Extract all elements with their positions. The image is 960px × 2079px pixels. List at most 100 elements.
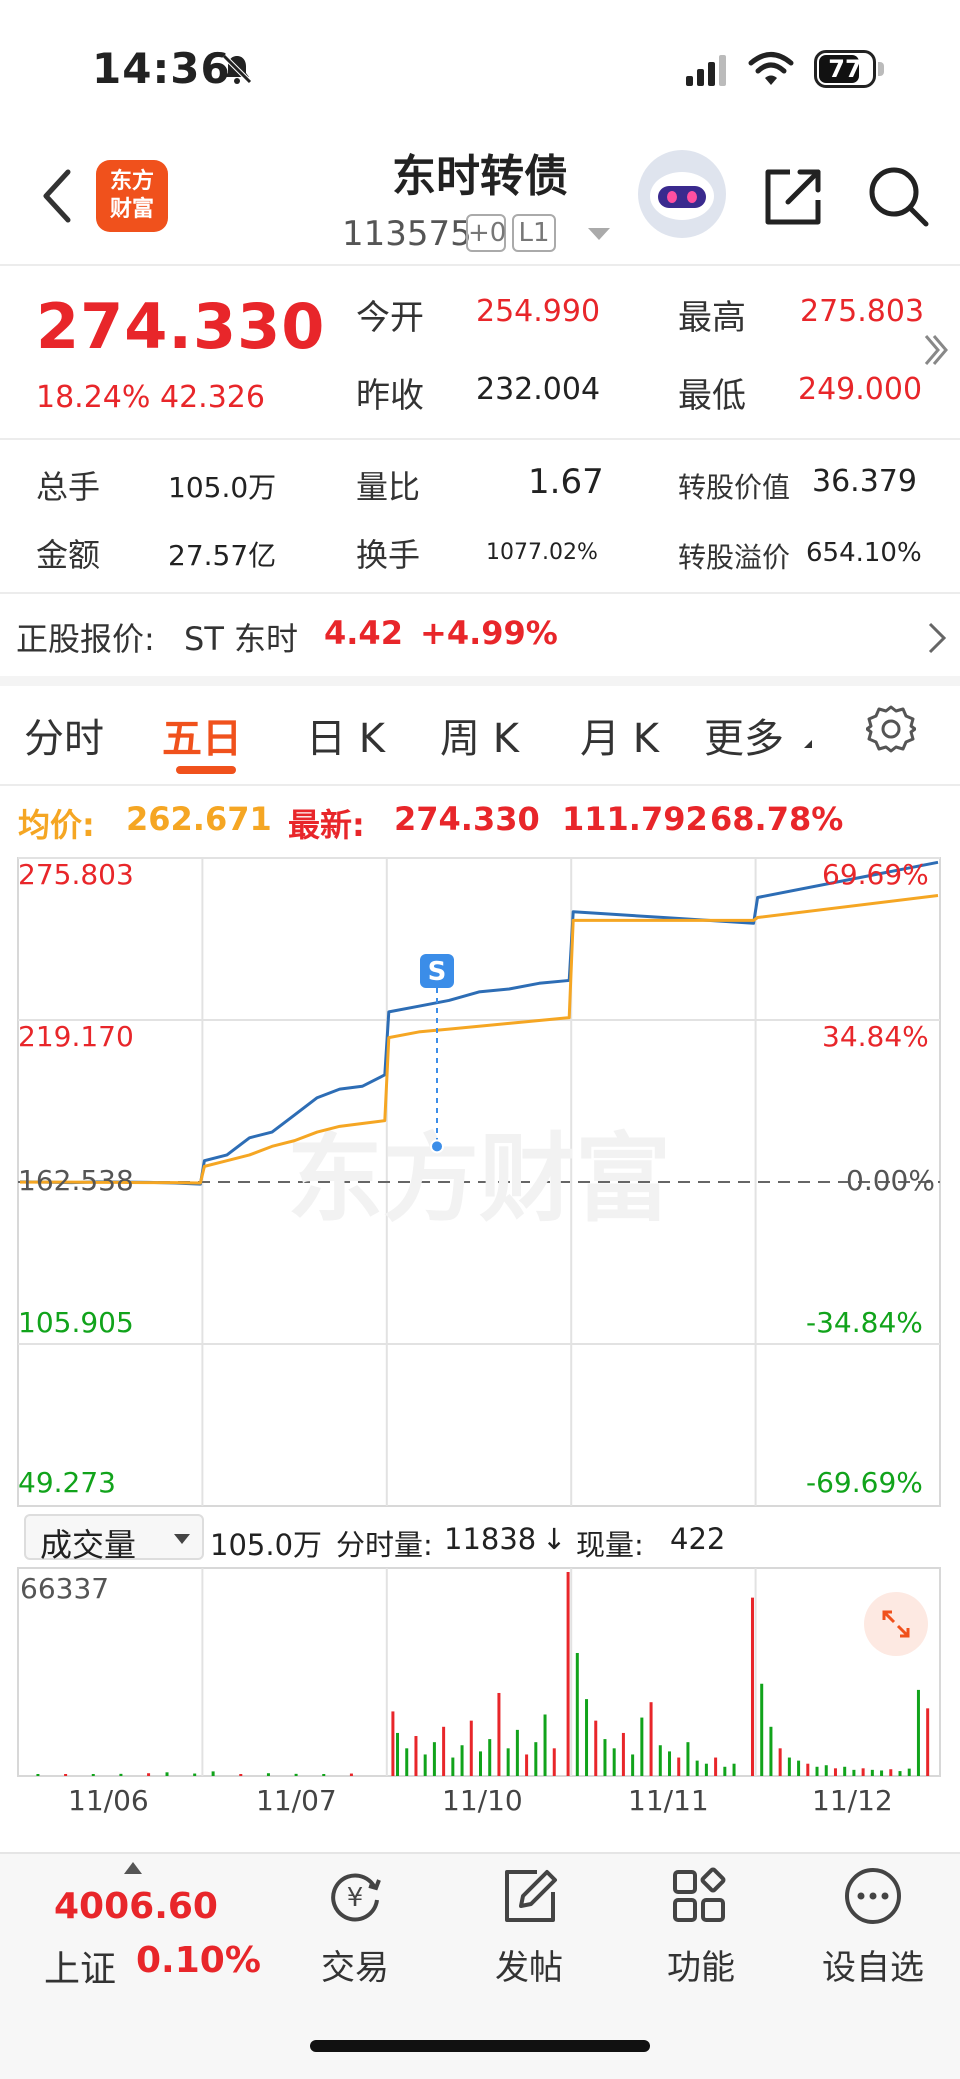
high-value: 275.803 (800, 294, 925, 329)
expand-chart-button[interactable] (864, 1592, 928, 1656)
current-price: 274.330 (36, 290, 326, 363)
volume-bar (806, 1763, 810, 1776)
search-icon[interactable] (866, 164, 930, 228)
volume-bar (612, 1748, 616, 1776)
code-dropdown-arrow[interactable] (588, 228, 610, 240)
index-value[interactable]: 4006.60 (54, 1886, 218, 1927)
volume-bar (575, 1652, 579, 1776)
y-tick-right-2: 34.84% (822, 1020, 929, 1053)
tab-daily-k[interactable]: 日 K (306, 706, 385, 764)
volume-bar (451, 1757, 455, 1776)
open-value: 254.990 (476, 294, 601, 329)
index-name[interactable]: 上证 (44, 1940, 116, 1992)
nav-post-label: 发帖 (495, 1948, 563, 1988)
volume-bar (64, 1774, 68, 1776)
tab-five-day[interactable]: 五日 (162, 706, 242, 764)
index-up-arrow-icon (124, 1862, 142, 1874)
volume-bar (552, 1748, 556, 1776)
change-amount: 42.326 (160, 380, 265, 415)
tab-more[interactable]: 更多 (704, 706, 784, 764)
stock-code: 113575 (342, 214, 472, 254)
volume-frame (17, 1567, 941, 1777)
volume-bar (769, 1726, 773, 1776)
indicator-dropdown-icon (174, 1534, 190, 1544)
stock-name[interactable]: 东时转债 (330, 140, 630, 204)
assistant-robot-icon[interactable] (638, 150, 726, 238)
five-day-price-chart[interactable]: 东方财富 S (0, 850, 960, 1510)
status-time: 14:36 (92, 44, 231, 93)
volume-total: 105.0万 (210, 1528, 323, 1562)
volume-bar (787, 1757, 791, 1776)
volume-bar (391, 1711, 395, 1776)
index-change[interactable]: 0.10% (136, 1940, 261, 1981)
turnover-label: 换手 (356, 536, 421, 574)
svg-text:¥: ¥ (347, 1883, 364, 1913)
back-icon[interactable] (36, 164, 80, 228)
indicator-selector[interactable]: 成交量 (24, 1514, 204, 1564)
trade-icon: ¥ (331, 1873, 381, 1922)
conv-value-label: 转股价值 (678, 471, 791, 504)
x-date-3: 11/10 (442, 1784, 523, 1817)
volume-bar (723, 1766, 727, 1776)
volume-bar (880, 1770, 884, 1776)
latest-value: 274.330 (394, 800, 540, 838)
nav-apps[interactable]: 功能 (636, 1864, 766, 1994)
underlying-chevron-icon[interactable] (926, 620, 948, 656)
change-pct: 18.24% (36, 380, 151, 415)
nav-trade[interactable]: ¥ 交易 (290, 1864, 420, 1994)
volume-bar (543, 1714, 547, 1776)
battery-icon: 77 (814, 50, 876, 88)
volume-bar (515, 1729, 519, 1776)
volume-bar (147, 1773, 151, 1776)
volume-bar (239, 1774, 243, 1776)
more-dropdown-icon[interactable] (804, 740, 812, 748)
volume-bar (889, 1769, 893, 1776)
volume-bar (797, 1760, 801, 1776)
avg-value: 262.671 (126, 800, 272, 838)
tick-volume-label: 分时量: (336, 1528, 433, 1562)
volume-ratio-value: 1.67 (528, 462, 604, 502)
volume-bar (833, 1768, 837, 1776)
wifi-icon (748, 52, 794, 85)
tab-intraday[interactable]: 分时 (24, 706, 104, 764)
share-icon[interactable] (762, 164, 826, 228)
add-watchlist-icon (845, 1868, 901, 1924)
amount-value: 27.57亿 (168, 539, 277, 572)
nav-add-watchlist[interactable]: 设自选 (808, 1864, 938, 1994)
tab-monthly-k[interactable]: 月 K (580, 706, 659, 764)
gear-icon[interactable] (866, 704, 916, 754)
volume-bar (843, 1766, 847, 1776)
quote-divider (0, 438, 960, 440)
underlying-name[interactable]: ST 东时 (184, 614, 298, 660)
nav-add-watchlist-label: 设自选 (822, 1948, 924, 1988)
volume-bar (898, 1771, 902, 1776)
volume-bar (640, 1717, 644, 1776)
volume-bar (266, 1773, 270, 1776)
badge-plus: +0 (466, 214, 506, 252)
volume-bar (704, 1763, 708, 1776)
stats-divider (0, 592, 960, 594)
y-tick-left-1: 275.803 (18, 858, 134, 891)
tab-weekly-k[interactable]: 周 K (440, 706, 519, 764)
volume-bar (852, 1769, 856, 1776)
app-logo[interactable]: 东方 财富 (96, 160, 168, 232)
quote-expand-icon[interactable] (922, 330, 950, 370)
volume-bar (916, 1689, 920, 1776)
volume-chart[interactable] (0, 1560, 960, 1780)
badge-level[interactable]: L1 (512, 214, 556, 252)
volume-bar (695, 1760, 699, 1776)
volume-bar (621, 1732, 625, 1776)
underlying-label[interactable]: 正股报价: (16, 614, 155, 660)
volume-bar (778, 1748, 782, 1776)
volume-bar (603, 1739, 607, 1776)
high-label: 最高 (678, 298, 746, 338)
volume-bar (423, 1754, 427, 1776)
volume-bar (469, 1720, 473, 1776)
volume-bar (668, 1751, 672, 1776)
nav-post[interactable]: 发帖 (464, 1864, 594, 1994)
volume-bar (405, 1748, 409, 1776)
x-date-1: 11/06 (68, 1784, 149, 1817)
volume-bar (506, 1748, 510, 1776)
battery-percent: 77 (828, 55, 862, 83)
volume-bar (193, 1773, 197, 1776)
